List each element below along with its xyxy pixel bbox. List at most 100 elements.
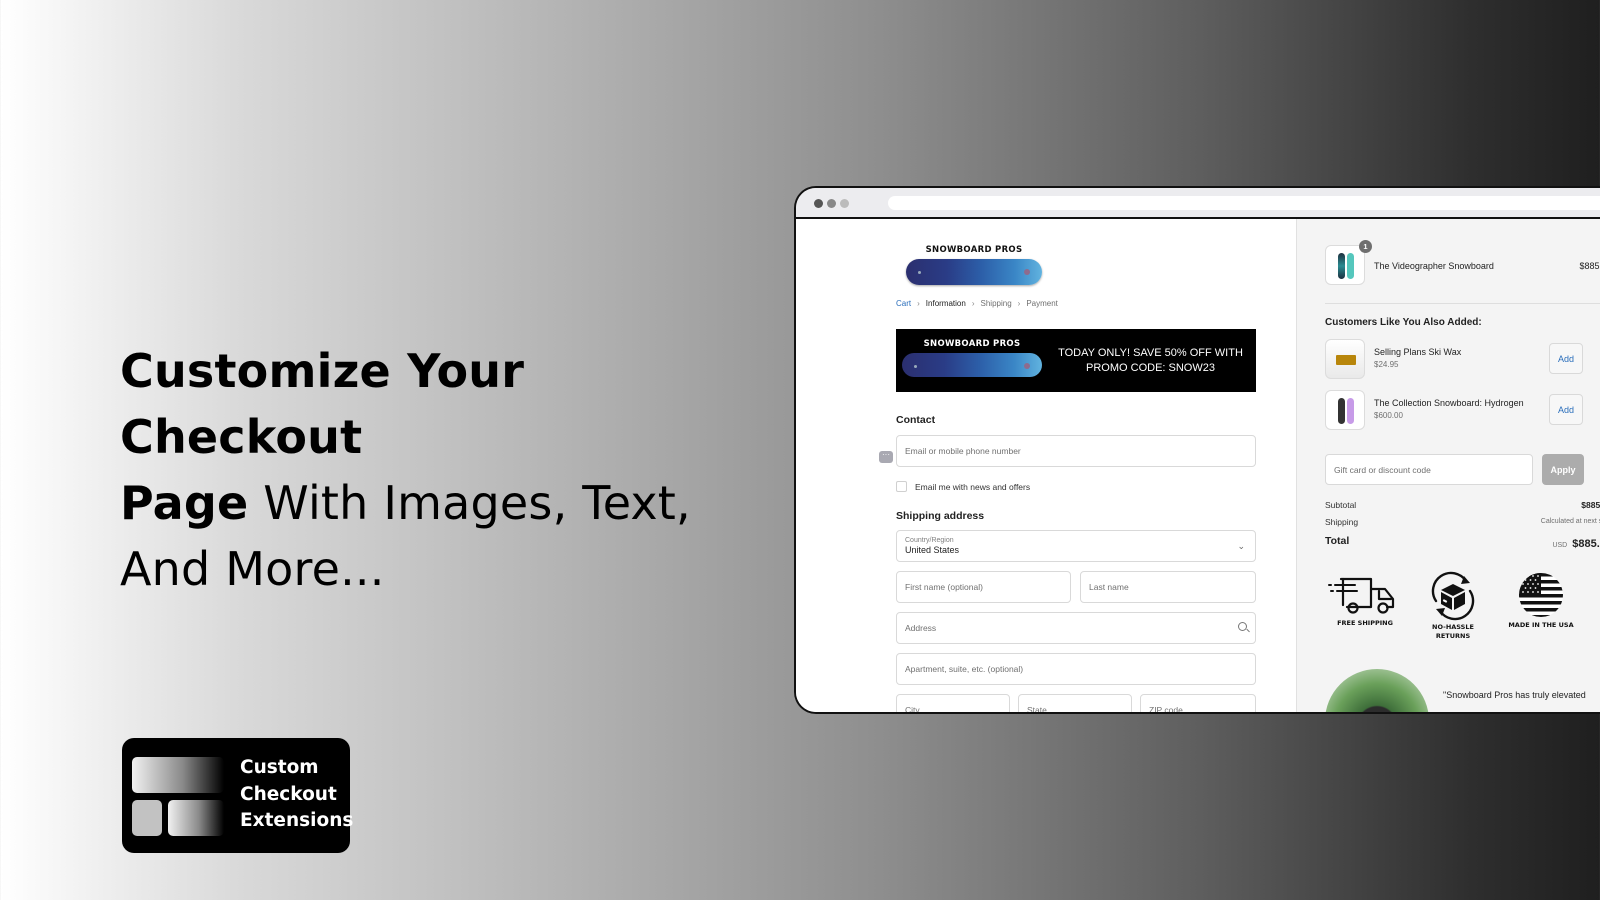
last-name-field[interactable] bbox=[1080, 571, 1256, 603]
country-select[interactable]: Country/Region United States ⌄ bbox=[896, 530, 1256, 562]
breadcrumb-information: Information bbox=[925, 299, 966, 308]
app-name-line-3: Extensions bbox=[240, 810, 354, 831]
zip-input[interactable] bbox=[1149, 705, 1247, 712]
ski-wax-image-icon bbox=[1336, 355, 1356, 365]
upsell-name: Selling Plans Ski Wax bbox=[1374, 347, 1462, 357]
chevron-right-icon: › bbox=[917, 299, 920, 308]
subtotal-value: $885.95 bbox=[1581, 500, 1600, 510]
subtotal-label: Subtotal bbox=[1325, 500, 1357, 510]
city-field[interactable] bbox=[896, 694, 1010, 712]
newsletter-option[interactable]: Email me with news and offers bbox=[896, 481, 1030, 492]
truck-icon bbox=[1328, 577, 1395, 614]
newsletter-label: Email me with news and offers bbox=[915, 481, 1031, 492]
city-input[interactable] bbox=[905, 705, 1001, 712]
newsletter-checkbox[interactable] bbox=[896, 481, 907, 492]
snowboard-logo-icon bbox=[906, 259, 1042, 285]
returns-box-icon bbox=[1431, 571, 1475, 621]
country-label: Country/Region bbox=[905, 537, 954, 544]
browser-titlebar bbox=[796, 188, 1600, 219]
chevron-right-icon: › bbox=[1017, 299, 1021, 308]
checkout-page: SNOWBOARD PROS Cart › Information › Ship… bbox=[796, 219, 1600, 712]
app-logo-badge: Custom Checkout Extensions bbox=[122, 738, 353, 853]
autofill-icon[interactable]: ··· bbox=[879, 451, 893, 463]
shipping-value: Calculated at next step bbox=[1540, 518, 1600, 525]
divider bbox=[1325, 303, 1600, 304]
zip-field[interactable] bbox=[1140, 694, 1256, 712]
snowboard-image-icon bbox=[1347, 253, 1354, 279]
chevron-right-icon: › bbox=[971, 299, 975, 308]
trust-badge-returns: NO-HASSLE RETURNS bbox=[1414, 571, 1492, 641]
trust-badge-label: MADE IN THE USA bbox=[1508, 621, 1574, 629]
snowboard-image-icon bbox=[1338, 253, 1345, 279]
trust-badge-label: FREE SHIPPING bbox=[1337, 619, 1393, 627]
upsell-thumbnail bbox=[1325, 390, 1365, 430]
last-name-input[interactable] bbox=[1089, 582, 1247, 592]
store-name: SNOWBOARD PROS bbox=[925, 245, 1023, 255]
promo-store-logo: SNOWBOARD PROS bbox=[902, 339, 1042, 377]
window-minimize-dot-icon[interactable] bbox=[827, 199, 836, 208]
hero-headline: Customize Your Checkout Page With Images… bbox=[120, 338, 740, 602]
address-input[interactable] bbox=[905, 623, 1247, 633]
quantity-badge: 1 bbox=[1359, 240, 1372, 253]
first-name-input[interactable] bbox=[905, 582, 1062, 592]
promo-store-name: SNOWBOARD PROS bbox=[923, 339, 1021, 349]
chevron-down-icon: ⌄ bbox=[1237, 541, 1245, 551]
snowboard-image-icon bbox=[902, 353, 1042, 377]
email-input[interactable] bbox=[905, 446, 1247, 456]
upsell-thumbnail bbox=[1325, 339, 1365, 379]
promo-line-2: PROMO CODE: SNOW23 bbox=[1086, 361, 1215, 374]
checkout-main-column: SNOWBOARD PROS Cart › Information › Ship… bbox=[796, 219, 1296, 712]
apartment-field[interactable] bbox=[896, 653, 1256, 685]
promo-banner: SNOWBOARD PROS TODAY ONLY! SAVE 50% OFF … bbox=[896, 329, 1256, 392]
snowboard-image-icon bbox=[1347, 398, 1354, 424]
breadcrumb-shipping: Shipping bbox=[980, 299, 1012, 308]
discount-code-field[interactable] bbox=[1325, 454, 1533, 485]
headline-bold-part-2: Page bbox=[120, 476, 249, 530]
add-upsell-button[interactable]: Add bbox=[1549, 394, 1583, 425]
trust-badge-free-shipping: FREE SHIPPING bbox=[1325, 571, 1405, 628]
contact-heading: Contact bbox=[896, 414, 936, 426]
logo-tile-icon bbox=[168, 800, 224, 836]
add-upsell-button[interactable]: Add bbox=[1549, 343, 1583, 374]
logo-tile-icon bbox=[132, 800, 162, 836]
state-select[interactable] bbox=[1018, 694, 1132, 712]
shipping-label: Shipping bbox=[1325, 517, 1359, 527]
window-close-dot-icon[interactable] bbox=[814, 199, 823, 208]
total-amount: $885.95 bbox=[1572, 538, 1600, 550]
upsell-name: The Collection Snowboard: Hydrogen bbox=[1374, 398, 1524, 408]
browser-window: SNOWBOARD PROS Cart › Information › Ship… bbox=[794, 186, 1600, 714]
app-name: Custom Checkout Extensions bbox=[240, 755, 353, 835]
headline-light-part-1: With Images, Text, bbox=[248, 476, 691, 530]
apartment-input[interactable] bbox=[905, 664, 1247, 674]
discount-code-input[interactable] bbox=[1334, 464, 1524, 475]
promo-message: TODAY ONLY! SAVE 50% OFF WITH PROMO CODE… bbox=[1051, 329, 1250, 392]
store-logo[interactable]: SNOWBOARD PROS bbox=[906, 245, 1042, 285]
upsell-price: $600.00 bbox=[1374, 411, 1403, 420]
total-label: Total bbox=[1325, 535, 1350, 547]
window-maximize-dot-icon[interactable] bbox=[840, 199, 849, 208]
address-bar[interactable] bbox=[888, 196, 1600, 210]
order-summary: 1 The Videographer Snowboard $885.95 Cus… bbox=[1296, 219, 1600, 712]
snowboard-image-icon bbox=[1338, 398, 1345, 424]
us-flag-icon bbox=[1519, 573, 1563, 617]
state-input[interactable] bbox=[1027, 705, 1123, 712]
logo-tile-icon bbox=[132, 757, 224, 793]
cart-item-thumbnail: 1 bbox=[1325, 240, 1372, 285]
first-name-field[interactable] bbox=[896, 571, 1071, 603]
breadcrumb: Cart › Information › Shipping › Payment bbox=[896, 299, 1058, 308]
headline-light-part-2: And More... bbox=[120, 542, 385, 596]
app-name-line-2: Checkout bbox=[240, 783, 337, 805]
cart-item-price: $885.95 bbox=[1579, 261, 1600, 271]
testimonial-quote: "Snowboard Pros has truly elevated bbox=[1443, 690, 1586, 700]
breadcrumb-payment: Payment bbox=[1026, 299, 1058, 308]
breadcrumb-cart[interactable]: Cart bbox=[896, 299, 911, 308]
upsell-price: $24.95 bbox=[1374, 360, 1399, 369]
address-field[interactable] bbox=[896, 612, 1256, 644]
upsell-heading: Customers Like You Also Added: bbox=[1325, 317, 1482, 328]
promo-line-1: TODAY ONLY! SAVE 50% OFF WITH bbox=[1058, 346, 1243, 359]
apply-discount-button[interactable]: Apply bbox=[1542, 454, 1584, 485]
email-field[interactable] bbox=[896, 435, 1256, 467]
country-value: United States bbox=[905, 545, 960, 555]
app-name-line-1: Custom bbox=[240, 757, 319, 778]
trust-badge-label: NO-HASSLE RETURNS bbox=[1432, 623, 1474, 640]
